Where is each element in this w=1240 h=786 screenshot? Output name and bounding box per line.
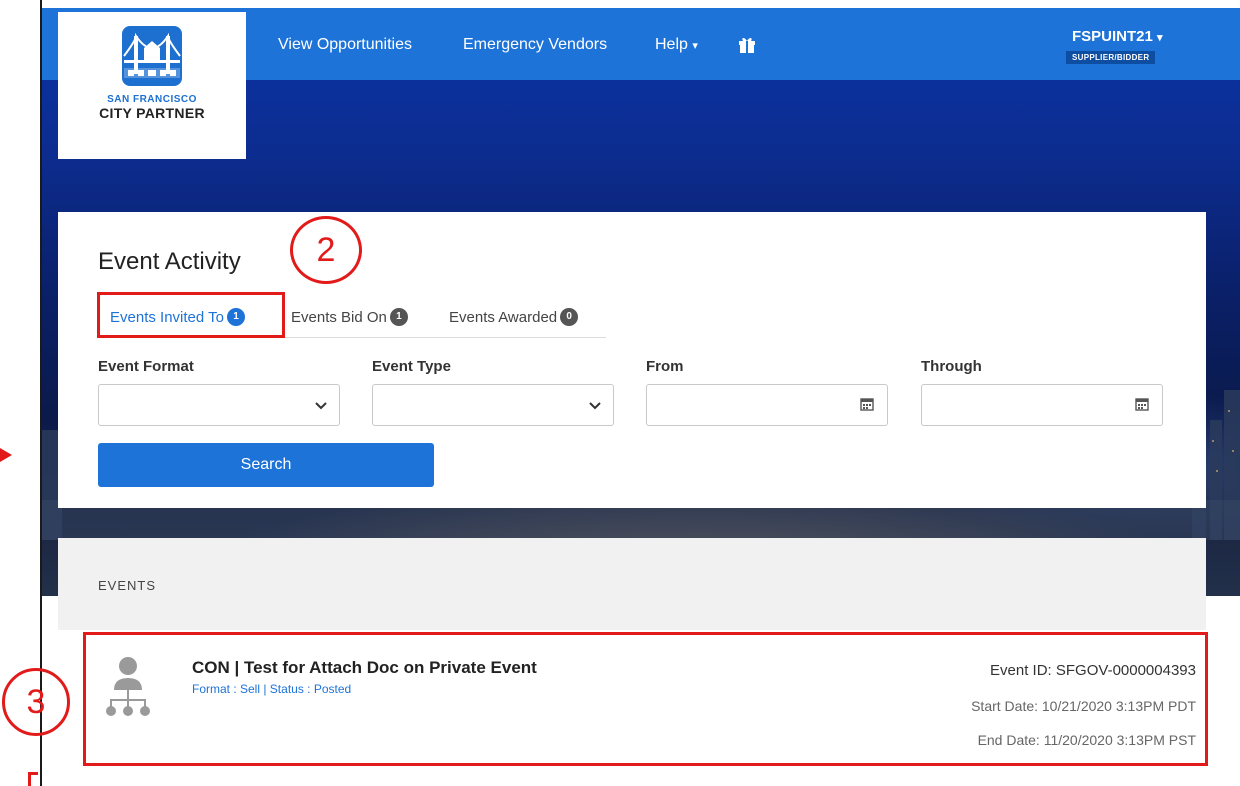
golden-gate-bridge-icon	[122, 26, 182, 86]
event-format-select[interactable]	[98, 384, 340, 426]
annotation-corner-mark	[28, 772, 38, 786]
annotation-highlight-invited-tab	[97, 292, 285, 338]
annotation-highlight-event-row	[83, 632, 1208, 766]
site-logo[interactable]: SAN FRANCISCO CITY PARTNER	[58, 12, 246, 159]
gift-icon[interactable]	[738, 36, 756, 54]
count-badge: 0	[560, 308, 579, 326]
annotation-step-3: 3	[2, 668, 70, 736]
event-type-select[interactable]	[372, 384, 614, 426]
event-type-label: Event Type	[372, 358, 451, 375]
logo-text-san-francisco: SAN FRANCISCO	[107, 94, 197, 105]
user-role-badge: SUPPLIER/BIDDER	[1066, 51, 1156, 64]
chevron-down-icon: ▾	[692, 40, 698, 52]
event-format-label: Event Format	[98, 358, 194, 375]
event-activity-card: Event Activity 2 Events Invited To 1 Eve…	[58, 212, 1206, 508]
count-badge: 1	[389, 308, 408, 326]
user-menu[interactable]: FSPUINT21 ▾	[1072, 28, 1163, 45]
nav-help-label: Help	[655, 36, 688, 53]
chevron-down-icon: ▾	[1157, 32, 1163, 44]
from-label: From	[646, 358, 684, 375]
chevron-down-icon	[589, 402, 601, 410]
nav-emergency-vendors[interactable]: Emergency Vendors	[463, 36, 607, 54]
user-name: FSPUINT21	[1072, 28, 1153, 45]
events-heading: EVENTS	[98, 578, 157, 593]
annotation-arrow	[0, 448, 12, 462]
from-date-input[interactable]	[646, 384, 888, 426]
logo-text-city-partner: CITY PARTNER	[99, 105, 205, 121]
chevron-down-icon	[315, 402, 327, 410]
tab-events-bid-on[interactable]: Events Bid On 1	[291, 308, 408, 326]
search-button[interactable]: Search	[98, 443, 434, 487]
calendar-icon[interactable]	[859, 396, 875, 412]
annotation-step-2: 2	[290, 216, 362, 284]
calendar-icon[interactable]	[1134, 396, 1150, 412]
through-date-input[interactable]	[921, 384, 1163, 426]
tab-label: Events Bid On	[291, 308, 387, 326]
nav-help[interactable]: Help ▾	[655, 36, 698, 54]
tab-label: Events Awarded	[449, 308, 558, 326]
tab-events-awarded[interactable]: Events Awarded 0	[449, 308, 579, 326]
through-label: Through	[921, 358, 982, 375]
nav-view-opportunities[interactable]: View Opportunities	[278, 36, 412, 54]
page-title: Event Activity	[98, 248, 241, 275]
top-margin	[40, 0, 1240, 8]
